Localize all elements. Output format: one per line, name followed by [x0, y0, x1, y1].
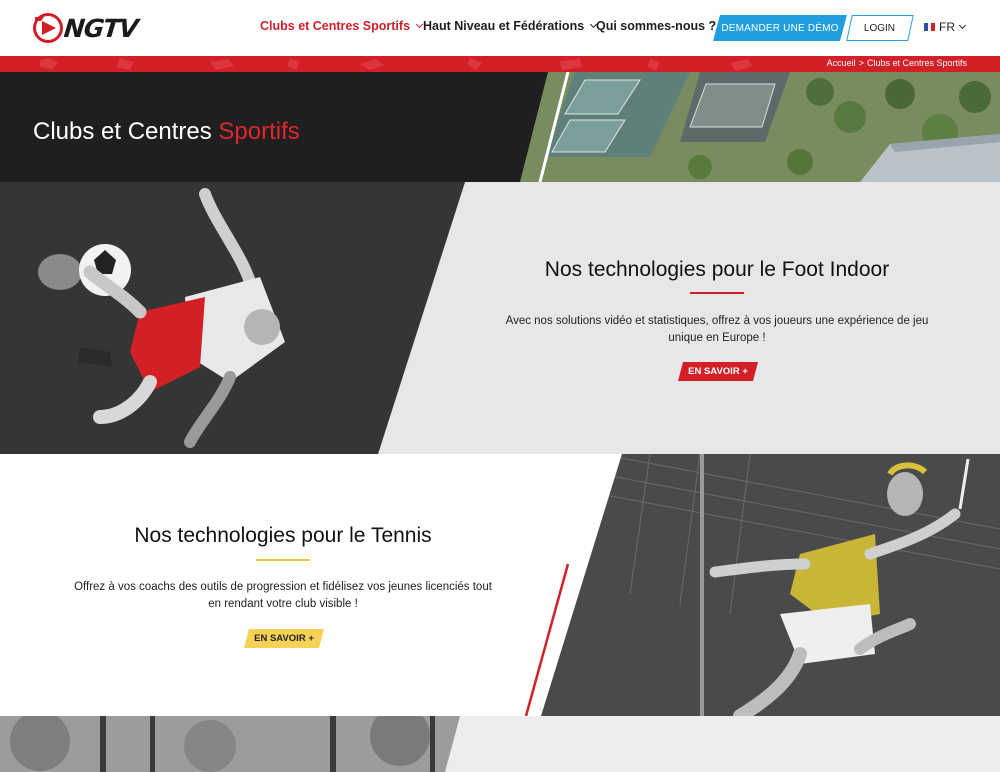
- description-line: unique en Europe !: [668, 332, 766, 344]
- section-description: Avec nos solutions vidéo et statistiques…: [482, 313, 952, 347]
- chevron-down-icon: [415, 20, 424, 29]
- section-title: Nos technologies pour le Foot Indoor: [544, 258, 890, 281]
- play-logo-icon: [33, 13, 63, 43]
- nav-qui-sommes-nous[interactable]: Qui sommes-nous ?: [596, 19, 716, 33]
- nav-label: Haut Niveau et Fédérations: [423, 19, 585, 33]
- language-selector[interactable]: FR: [924, 20, 967, 34]
- section-title: Nos technologies pour le Tennis: [134, 524, 432, 547]
- breadcrumb-home-link[interactable]: Accueil: [827, 58, 856, 68]
- nav-clubs-centres-sportifs[interactable]: Clubs et Centres Sportifs: [260, 19, 424, 33]
- title-main: Clubs et Centres: [33, 118, 212, 145]
- foot-en-savoir-plus-button[interactable]: EN SAVOIR +: [678, 362, 758, 381]
- login-button[interactable]: LOGIN: [846, 15, 914, 41]
- nav-haut-niveau[interactable]: Haut Niveau et Fédérations: [423, 19, 598, 33]
- language-label: FR: [939, 20, 955, 34]
- ngtv-logo[interactable]: NGTV: [33, 12, 139, 44]
- page-title: Clubs et Centres Sportifs: [33, 118, 300, 146]
- next-section-preview: [0, 716, 1000, 772]
- nav-label: Qui sommes-nous ?: [596, 19, 717, 33]
- breadcrumb: Accueil > Clubs et Centres Sportifs: [827, 58, 967, 68]
- title-accent: Sportifs: [218, 118, 300, 145]
- logo-text: NGTV: [62, 13, 139, 43]
- tennis-en-savoir-plus-button[interactable]: EN SAVOIR +: [244, 629, 324, 648]
- outdoor-court-image: [0, 716, 1000, 772]
- title-underline: [256, 559, 310, 561]
- nav-label: Clubs et Centres Sportifs: [260, 19, 411, 33]
- section-description: Offrez à vos coachs des outils de progre…: [43, 579, 523, 613]
- breadcrumb-current: Clubs et Centres Sportifs: [866, 58, 967, 68]
- description-line: Avec nos solutions vidéo et statistiques…: [505, 315, 929, 327]
- description-line: en rendant votre club visible !: [208, 598, 358, 610]
- description-line: Offrez à vos coachs des outils de progre…: [74, 581, 492, 593]
- breadcrumb-separator: >: [858, 58, 864, 68]
- french-flag-icon: [924, 23, 936, 31]
- page-hero: Clubs et Centres Sportifs: [0, 72, 1000, 182]
- demo-button[interactable]: DEMANDER UNE DÉMO: [713, 15, 847, 41]
- login-label: LOGIN: [864, 22, 896, 34]
- tennis-section: Nos technologies pour le Tennis Offrez à…: [0, 454, 1000, 716]
- foot-indoor-section: Nos technologies pour le Foot Indoor Ave…: [0, 182, 1000, 454]
- site-header: NGTV Clubs et Centres Sportifs Haut Nive…: [0, 0, 1000, 56]
- chevron-down-icon: [958, 21, 967, 30]
- title-underline: [690, 292, 744, 294]
